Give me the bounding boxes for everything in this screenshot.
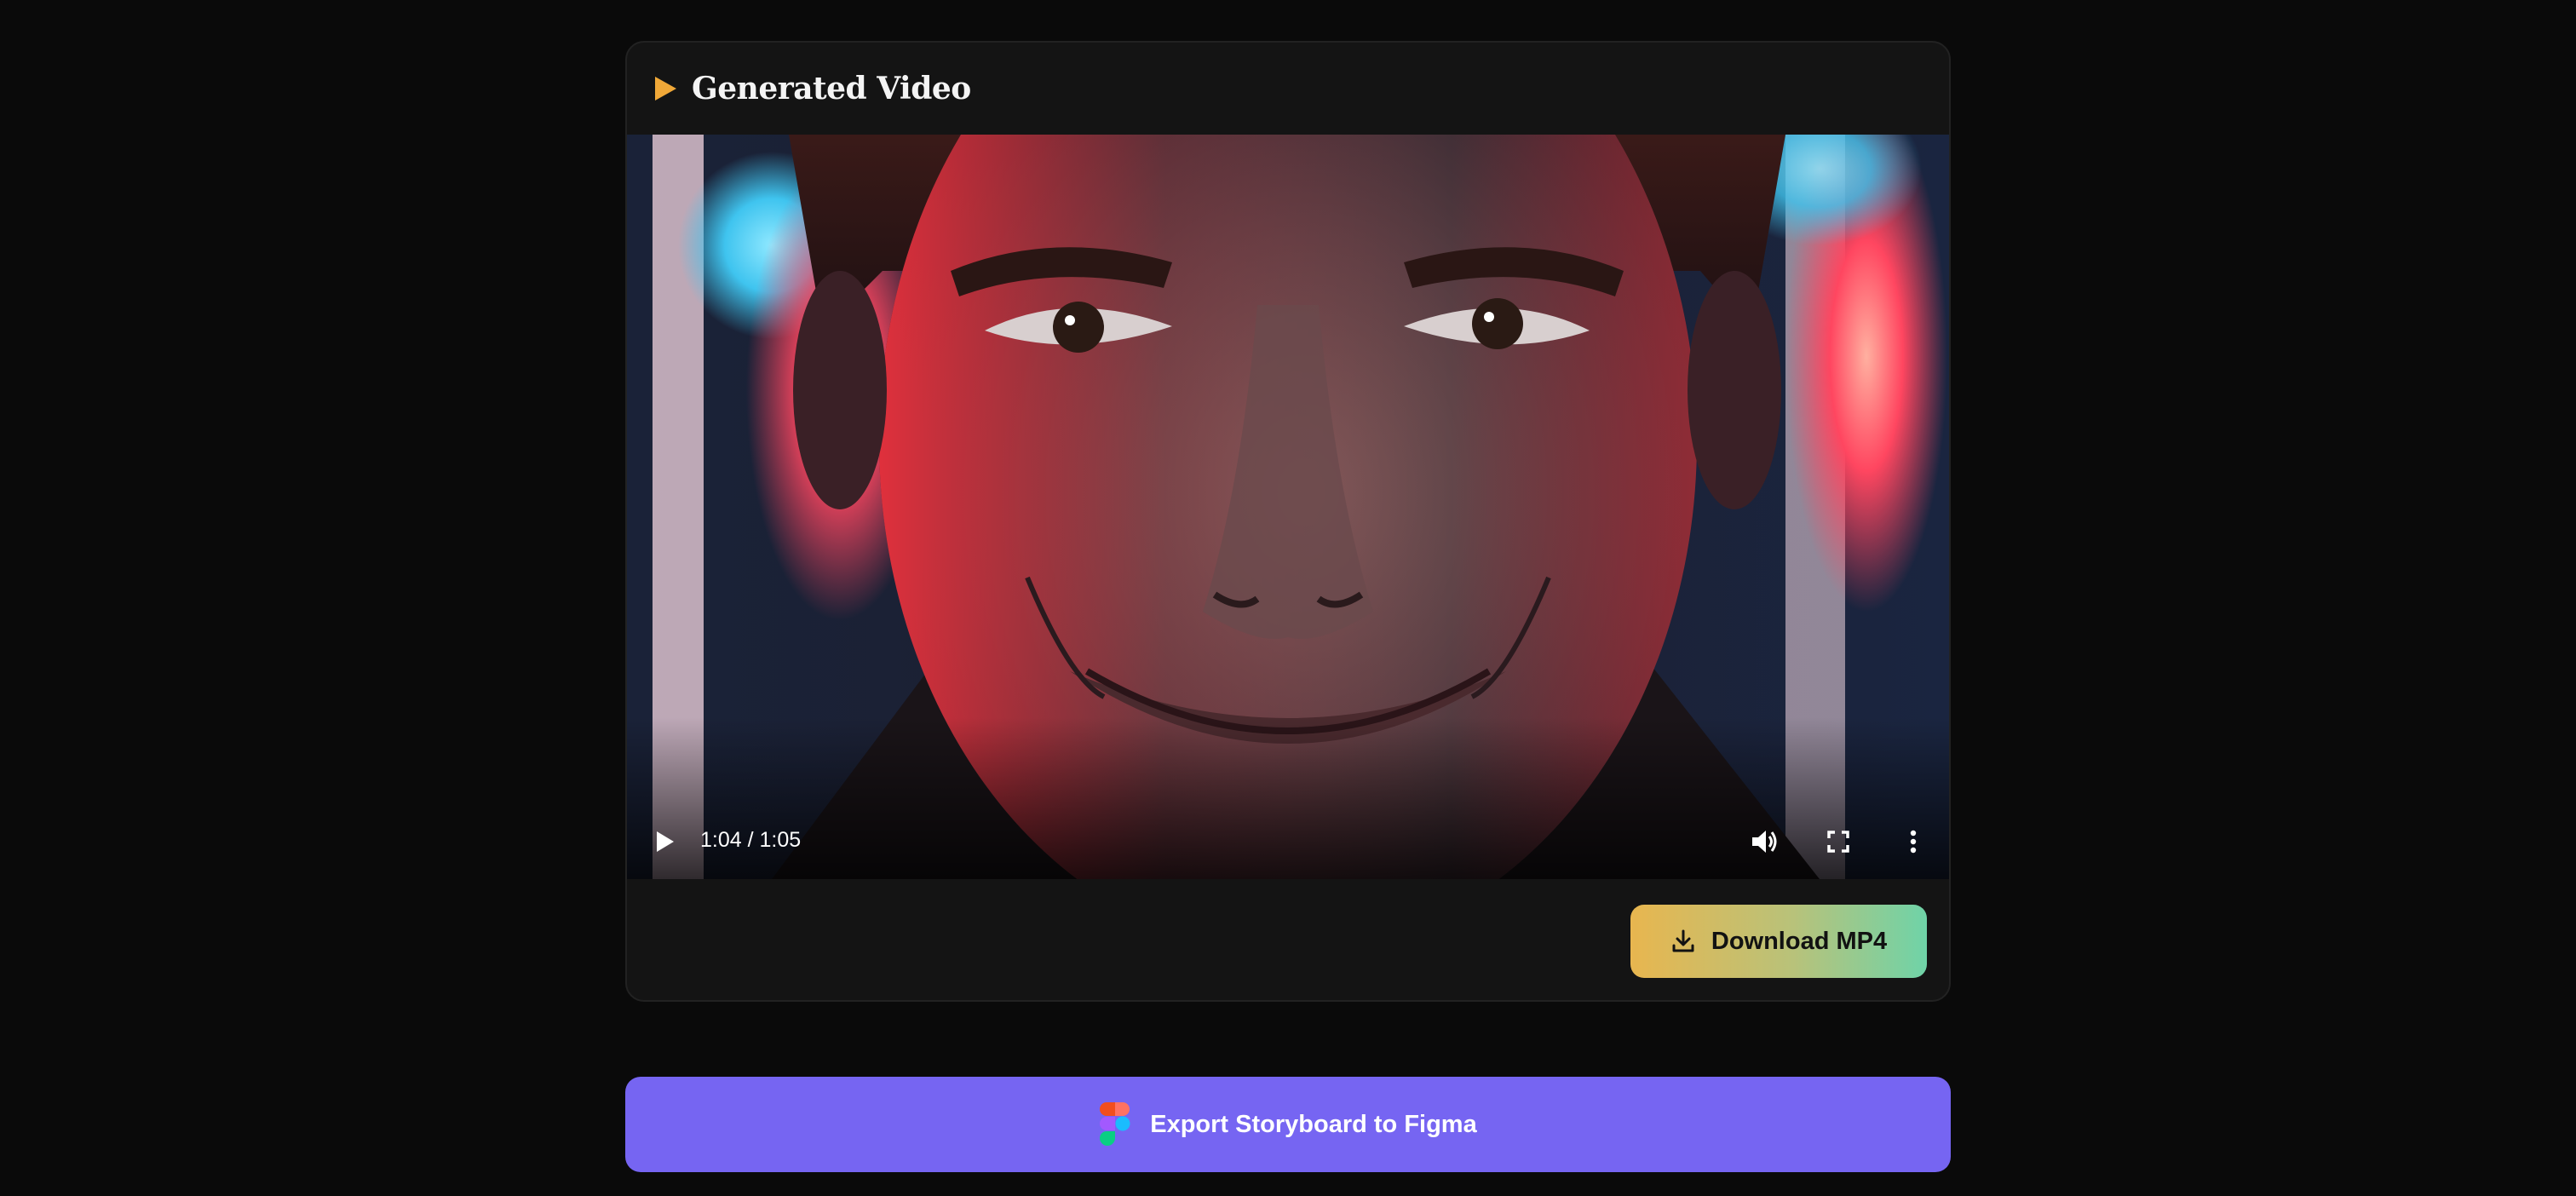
generated-video-card: Generated Video 1:04 / 1:05 Download MP4: [625, 41, 1951, 1002]
more-options-button[interactable]: [1893, 821, 1934, 862]
volume-icon: [1752, 831, 1777, 853]
time-display: 1:04 / 1:05: [700, 828, 802, 852]
play-triangle-icon: [655, 77, 676, 101]
card-title: Generated Video: [692, 71, 971, 106]
video-player[interactable]: 1:04 / 1:05: [627, 135, 1949, 879]
play-icon: [657, 831, 674, 852]
fullscreen-icon: [1827, 831, 1849, 853]
card-header: Generated Video: [627, 43, 1949, 135]
volume-button[interactable]: [1745, 821, 1785, 862]
download-button-label: Download MP4: [1711, 927, 1888, 955]
more-options-icon: [1910, 830, 1917, 854]
figma-logo-icon: [1100, 1102, 1130, 1146]
fullscreen-button[interactable]: [1818, 821, 1859, 862]
export-to-figma-button[interactable]: Export Storyboard to Figma: [625, 1077, 1951, 1172]
download-mp4-button[interactable]: Download MP4: [1630, 905, 1927, 978]
export-button-label: Export Storyboard to Figma: [1150, 1110, 1477, 1138]
download-icon: [1672, 929, 1694, 952]
play-button[interactable]: [644, 821, 685, 862]
